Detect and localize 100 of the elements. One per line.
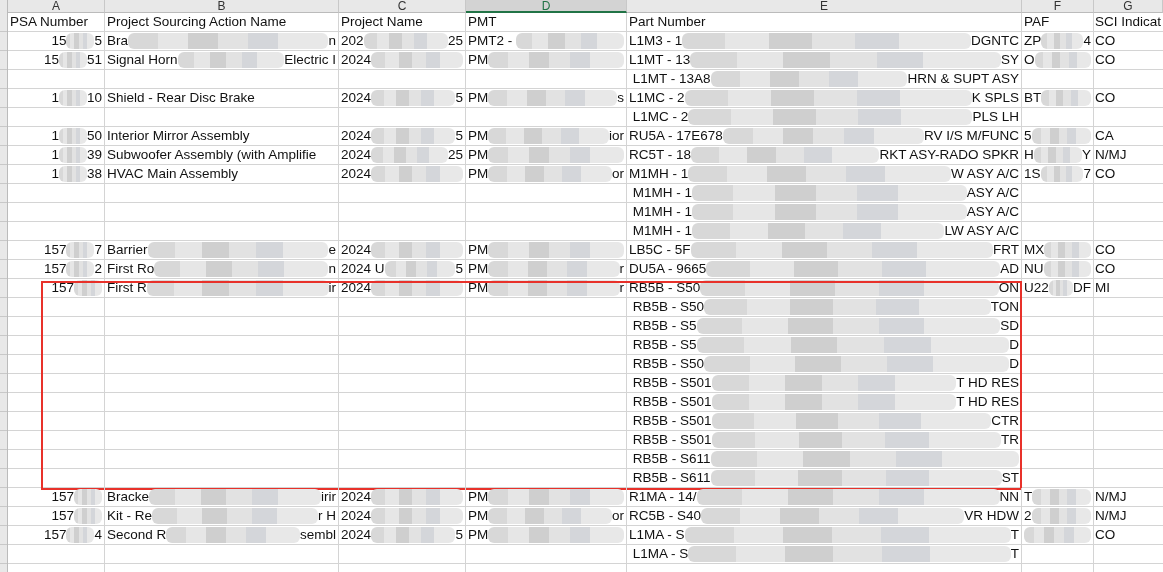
table-cell: L1MC - 2: [629, 90, 685, 106]
table-cell: 4: [1083, 33, 1091, 49]
table-cell: PMT: [468, 14, 497, 30]
table-cell: e: [328, 242, 336, 258]
table-cell: RKT ASY-RADO SPKR: [879, 147, 1019, 163]
table-cell: ON: [998, 280, 1019, 296]
table-cell-text: RB5B - S501: [631, 432, 712, 448]
table-cell: NN: [999, 489, 1019, 505]
table-cell: Bra: [107, 33, 128, 49]
table-cell: Bracke: [107, 489, 150, 505]
table-cell: RC5T - 18: [629, 147, 692, 163]
table-cell: O: [1024, 52, 1035, 68]
table-cell-text: RB5B - S501: [631, 413, 712, 429]
table-cell: Signal Horn: [107, 52, 178, 68]
column-header[interactable]: C: [339, 0, 466, 13]
table-cell: LB5C - 5F: [629, 242, 691, 258]
table-cell: T: [1010, 527, 1019, 543]
table-cell: ir: [328, 280, 336, 296]
table-cell: PSA Number: [10, 14, 89, 30]
table-cell-text: M1MH - 1: [631, 223, 692, 239]
table-cell: 2024: [341, 166, 372, 182]
table-cell: Kit - Re: [107, 508, 152, 524]
table-cell: MI: [1095, 280, 1110, 296]
table-cell: 5: [1024, 128, 1032, 144]
table-cell: s: [617, 90, 624, 106]
table-cell: PAF: [1024, 14, 1050, 30]
table-cell: HRN & SUPT ASY: [907, 71, 1019, 87]
column-header[interactable]: G: [1094, 0, 1163, 13]
table-cell: or: [612, 508, 624, 524]
table-cell: FRT: [993, 242, 1019, 258]
table-cell: 157: [43, 261, 67, 277]
table-cell: ST: [1001, 470, 1019, 486]
table-cell: 157: [43, 242, 67, 258]
table-cell: r: [619, 280, 624, 296]
table-cell: Y: [1082, 147, 1091, 163]
table-cell: Project Sourcing Action Name: [107, 14, 287, 30]
table-cell: PM: [468, 489, 489, 505]
table-cell: MX: [1024, 242, 1045, 258]
table-cell: TR: [1001, 432, 1019, 448]
table-cell: 2024: [341, 242, 372, 258]
table-cell: T: [1024, 489, 1033, 505]
column-header[interactable]: A: [8, 0, 105, 13]
table-cell: First Ro: [107, 261, 155, 277]
column-header[interactable]: D: [466, 0, 627, 13]
table-cell: CO: [1095, 242, 1116, 258]
table-cell: PM: [468, 508, 489, 524]
table-cell: 1S: [1024, 166, 1041, 182]
table-cell: r H: [318, 508, 336, 524]
table-cell: 5: [455, 90, 463, 106]
table-cell-text: L1MT - 13A8: [631, 71, 711, 87]
table-cell: 1: [51, 147, 59, 163]
table-cell: PM: [468, 527, 489, 543]
column-header[interactable]: B: [105, 0, 339, 13]
table-cell: 2024: [341, 489, 372, 505]
table-cell: 2024: [341, 90, 372, 106]
table-cell: 5: [455, 128, 463, 144]
table-cell: 2: [94, 261, 102, 277]
table-cell: 15: [43, 52, 59, 68]
column-header[interactable]: F: [1022, 0, 1094, 13]
table-cell: 7: [1083, 166, 1091, 182]
table-cell: 157: [51, 489, 74, 505]
table-cell: PM: [468, 280, 489, 296]
table-cell: VR HDW: [964, 508, 1019, 524]
table-cell: or: [612, 166, 624, 182]
table-cell: H: [1024, 147, 1034, 163]
table-cell: n: [328, 33, 336, 49]
table-cell: CA: [1095, 128, 1114, 144]
table-cell: L1MT - 13: [629, 52, 691, 68]
table-cell: r: [619, 261, 624, 277]
table-cell: Subwoofer Assembly (with Amplifie: [107, 147, 317, 163]
table-cell: 2: [1024, 508, 1032, 524]
table-cell: K SPLS: [971, 90, 1019, 106]
column-header[interactable]: E: [627, 0, 1022, 13]
table-cell: L1M3 - 1: [629, 33, 683, 49]
table-cell: PM: [468, 166, 489, 182]
table-cell: ior: [609, 128, 624, 144]
table-cell: 5: [455, 261, 463, 277]
table-cell: D: [1009, 337, 1019, 353]
table-cell: 10: [86, 90, 102, 106]
table-cell: 38: [86, 166, 102, 182]
table-cell: ZP: [1024, 33, 1042, 49]
table-cell: BT: [1024, 90, 1042, 106]
table-cell: Interior Mirror Assembly: [107, 128, 250, 144]
table-cell: 5: [94, 33, 102, 49]
table-cell: PM: [468, 261, 489, 277]
table-cell: 2024: [341, 147, 372, 163]
table-cell: 2024: [341, 280, 372, 296]
table-cell: Electric I: [284, 52, 336, 68]
table-cell: AD: [1000, 261, 1019, 277]
table-cell: 39: [86, 147, 102, 163]
table-cell: M1MH - 1: [629, 166, 689, 182]
table-cell: R1MA - 14/: [629, 489, 697, 505]
table-cell: Barrier: [107, 242, 148, 258]
table-cell: Shield - Rear Disc Brake: [107, 90, 255, 106]
table-cell-text: RB5B - S501: [631, 375, 712, 391]
table-cell: 1: [51, 166, 59, 182]
table-cell: 2024: [341, 527, 372, 543]
table-cell: PM: [468, 128, 489, 144]
table-cell: 157: [51, 280, 74, 296]
table-cell: 25: [447, 147, 463, 163]
